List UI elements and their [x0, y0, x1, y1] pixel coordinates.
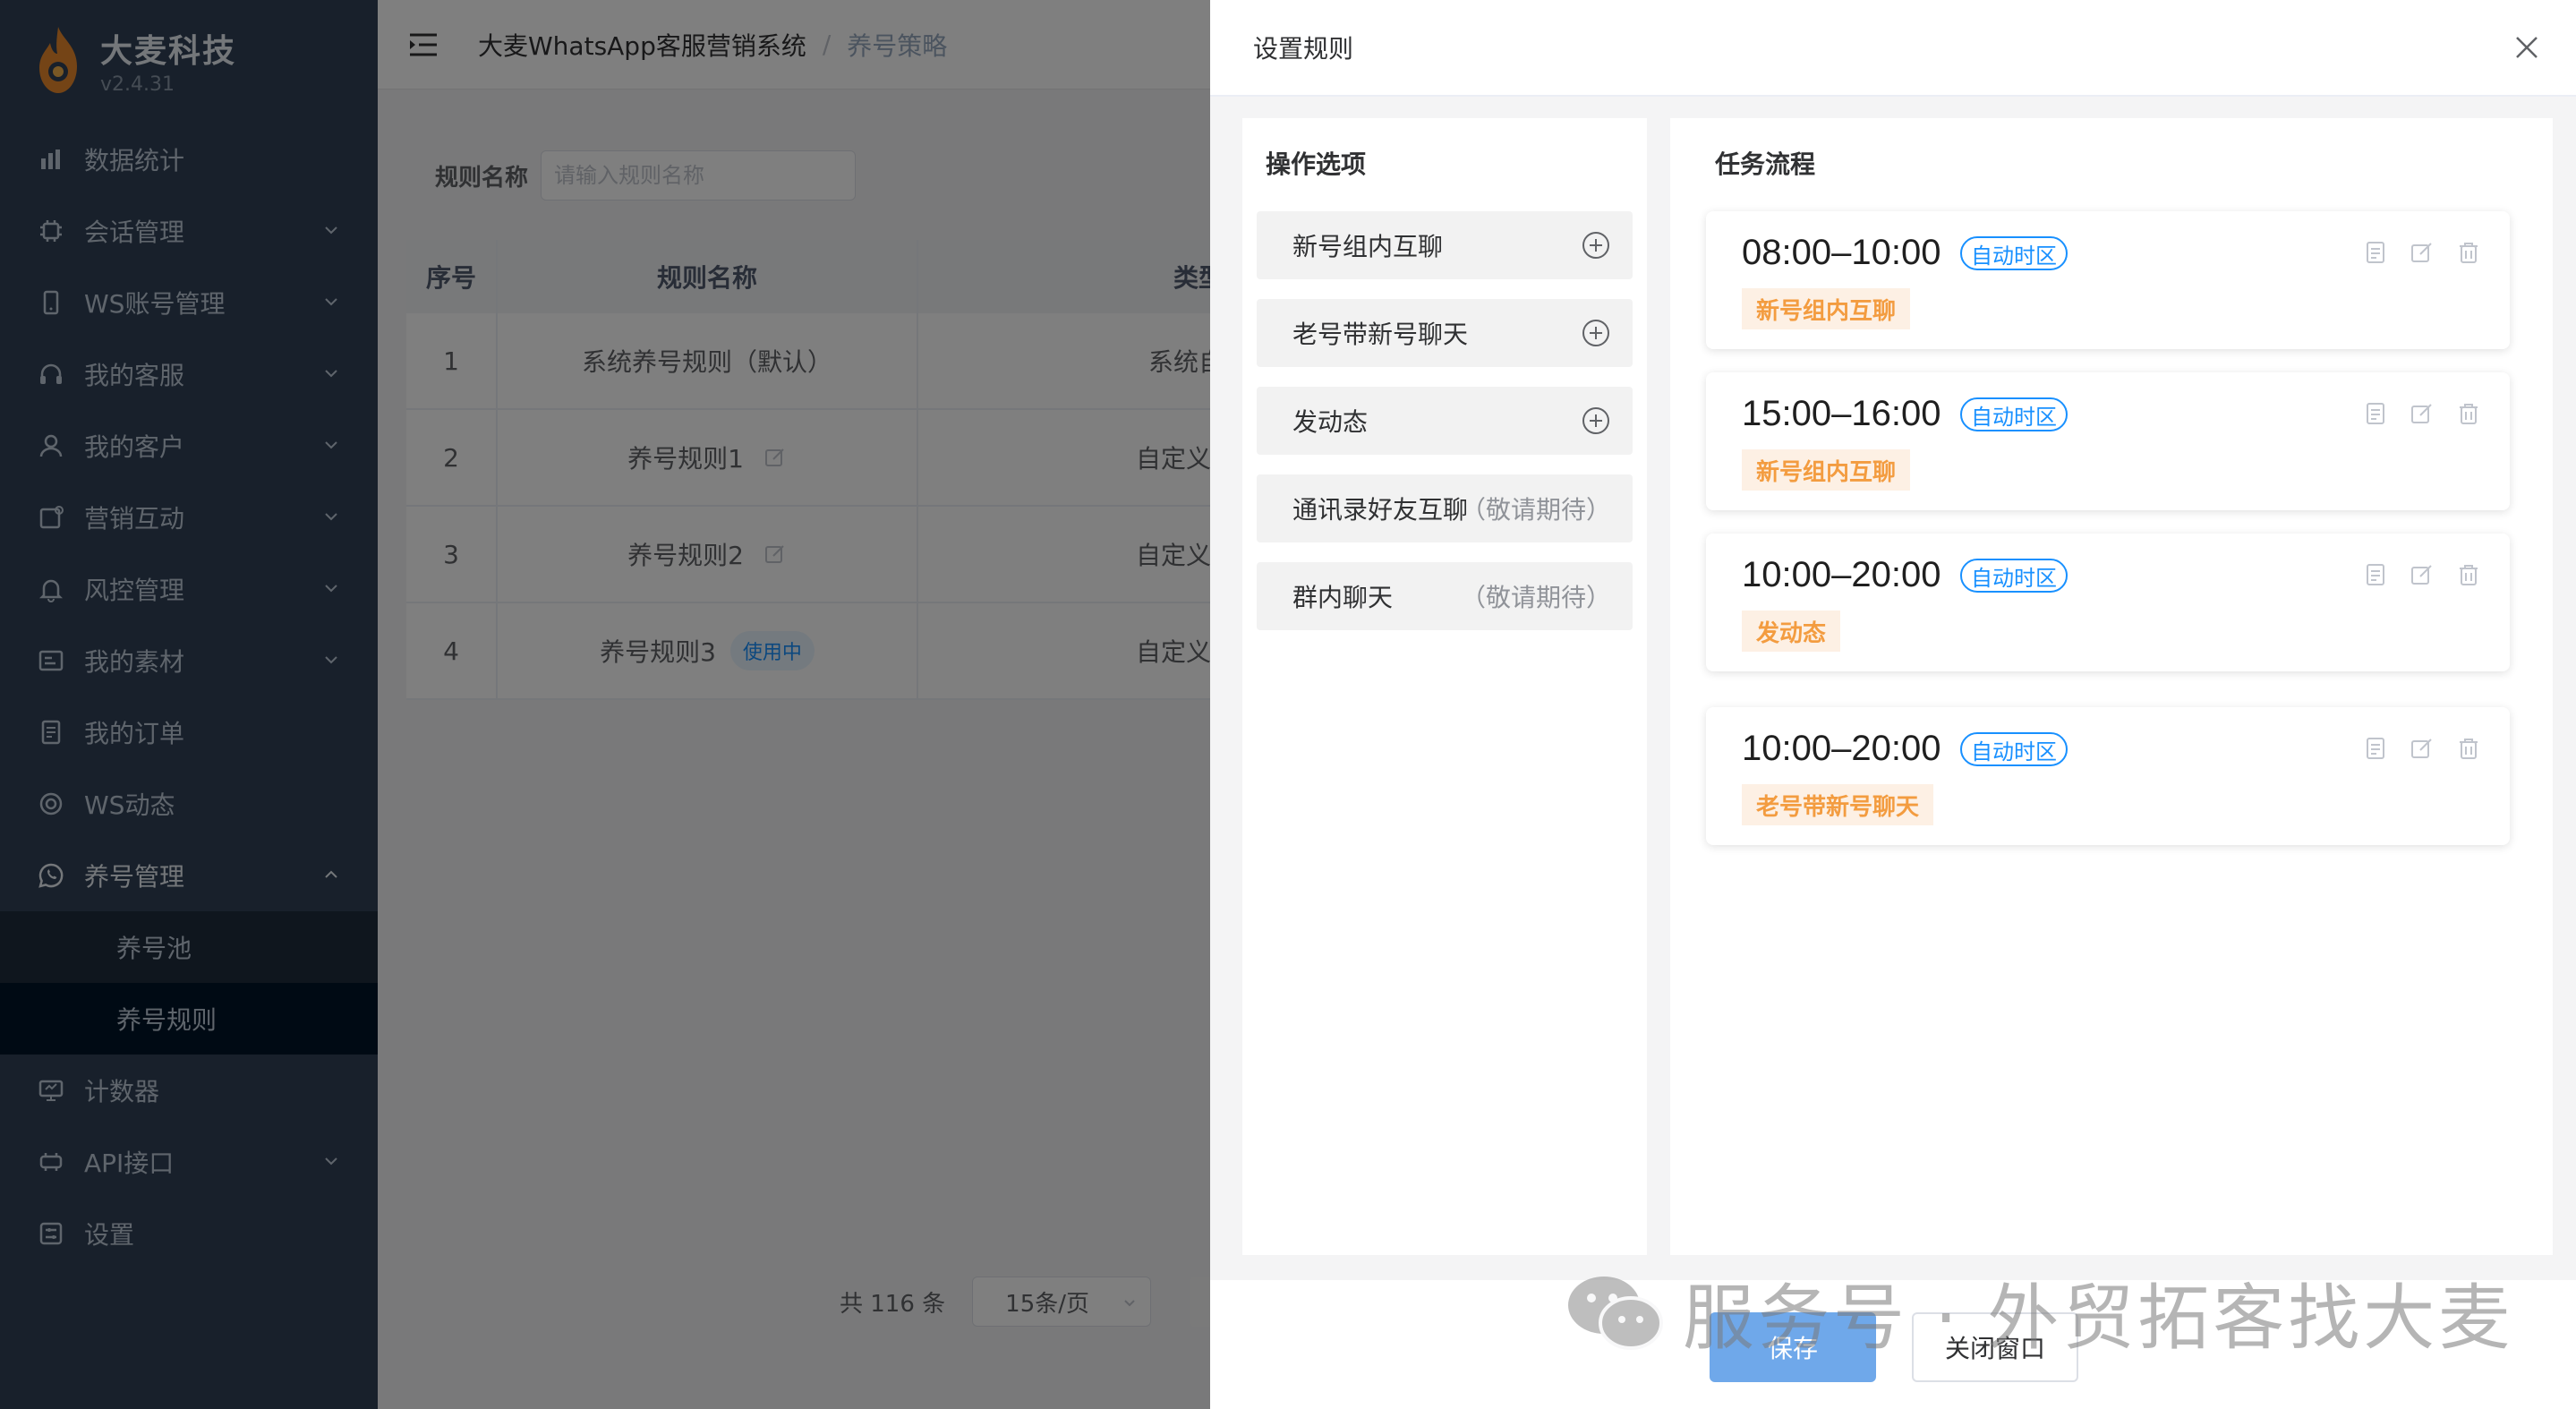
flow-title: 任务流程 [1715, 149, 1816, 179]
edit-icon[interactable] [2410, 562, 2435, 587]
option-item-disabled: 群内聊天 （敬请期待） [1257, 562, 1633, 630]
view-icon[interactable] [2363, 562, 2388, 587]
add-circle-icon[interactable] [1581, 406, 1611, 436]
close-icon[interactable] [2513, 34, 2540, 61]
wechat-icon [1568, 1277, 1663, 1350]
coming-soon-note: （敬请期待） [1460, 495, 1611, 525]
rule-settings-drawer: 设置规则 操作选项 新号组内互聊 老号带新号聊天 发动态 通讯录好友互聊 （敬请… [1210, 0, 2576, 1409]
view-icon[interactable] [2363, 401, 2388, 426]
edit-icon[interactable] [2410, 736, 2435, 761]
task-tag: 新号组内互聊 [1742, 449, 1911, 491]
delete-icon[interactable] [2456, 240, 2481, 265]
drawer-title: 设置规则 [1253, 34, 1354, 64]
task-time: 15:00–16:00 [1742, 394, 1941, 433]
edit-icon[interactable] [2410, 240, 2435, 265]
view-icon[interactable] [2363, 240, 2388, 265]
task-tag: 新号组内互聊 [1742, 288, 1911, 329]
task-card[interactable]: 15:00–16:00 自动时区 新号组内互聊 [1706, 372, 2510, 510]
task-time: 10:00–20:00 [1742, 555, 1941, 594]
watermark: 服务号 · 外贸拓客找大麦 [1565, 1260, 2513, 1364]
drawer-header: 设置规则 [1210, 0, 2576, 97]
watermark-text: 服务号 · 外贸拓客找大麦 [1683, 1277, 2514, 1360]
delete-icon[interactable] [2456, 562, 2481, 587]
task-card[interactable]: 10:00–20:00 自动时区 发动态 [1706, 534, 2510, 671]
option-label: 老号带新号聊天 [1292, 320, 1469, 349]
add-circle-icon[interactable] [1581, 318, 1611, 348]
task-time: 10:00–20:00 [1742, 729, 1941, 768]
timezone-badge: 自动时区 [1960, 732, 2068, 766]
coming-soon-note: （敬请期待） [1460, 583, 1611, 612]
task-card[interactable]: 08:00–10:00 自动时区 新号组内互聊 [1706, 211, 2510, 349]
timezone-badge: 自动时区 [1960, 397, 2068, 431]
options-title: 操作选项 [1266, 149, 1367, 179]
task-tag: 老号带新号聊天 [1742, 784, 1934, 825]
add-circle-icon[interactable] [1581, 230, 1611, 260]
edit-icon[interactable] [2410, 401, 2435, 426]
task-flow-panel: 任务流程 08:00–10:00 自动时区 新号组内互聊 15:00–16:00… [1670, 118, 2553, 1255]
option-label: 群内聊天 [1292, 583, 1394, 612]
task-time: 08:00–10:00 [1742, 233, 1941, 272]
view-icon[interactable] [2363, 736, 2388, 761]
option-label: 发动态 [1292, 407, 1369, 437]
task-card[interactable]: 10:00–20:00 自动时区 老号带新号聊天 [1706, 707, 2510, 845]
option-item-disabled: 通讯录好友互聊 （敬请期待） [1257, 474, 1633, 542]
options-panel: 操作选项 新号组内互聊 老号带新号聊天 发动态 通讯录好友互聊 （敬请期待） 群… [1242, 118, 1647, 1255]
task-tag: 发动态 [1742, 611, 1841, 652]
delete-icon[interactable] [2456, 736, 2481, 761]
option-item[interactable]: 新号组内互聊 [1257, 211, 1633, 279]
delete-icon[interactable] [2456, 401, 2481, 426]
option-label: 通讯录好友互聊 [1292, 495, 1469, 525]
timezone-badge: 自动时区 [1960, 236, 2068, 270]
option-label: 新号组内互聊 [1292, 232, 1444, 261]
modal-overlay[interactable] [0, 0, 1210, 1409]
option-item[interactable]: 发动态 [1257, 387, 1633, 455]
timezone-badge: 自动时区 [1960, 559, 2068, 593]
option-item[interactable]: 老号带新号聊天 [1257, 299, 1633, 367]
